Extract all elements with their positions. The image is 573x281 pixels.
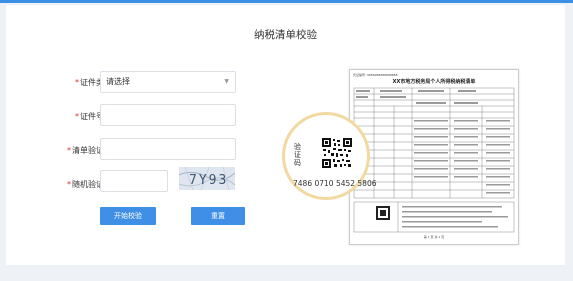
doc-table-graphic [353, 87, 515, 233]
captcha-image[interactable]: 7Y93 [179, 167, 235, 190]
reset-button[interactable]: 重置 [191, 207, 245, 225]
page-title: 纳税清单校验 [254, 29, 317, 41]
chevron-down-icon: ▼ [224, 78, 229, 85]
required-mark: * [75, 78, 79, 87]
verify-code-text: 7486 0710 5452 5806 [293, 179, 377, 188]
captcha-input[interactable] [100, 170, 168, 192]
top-accent-bar [0, 0, 573, 3]
doc-page-label: 第 1 页 共 1 页 [423, 235, 445, 239]
captcha-text: 7Y93 [189, 173, 228, 188]
required-mark: * [67, 146, 71, 155]
start-verify-button[interactable]: 开始校验 [100, 207, 156, 225]
required-mark: * [67, 180, 71, 189]
captcha-noise: 7Y93 [179, 167, 235, 190]
verify-code-label: 验证码 [294, 143, 301, 167]
sample-tax-list-image: 凭证编号: 9886988888888888 XX市地方税务局个人所得税纳税清单 [349, 69, 519, 245]
qr-code-icon [322, 138, 352, 168]
list-code-input[interactable] [100, 138, 236, 160]
id-number-input[interactable] [100, 104, 236, 126]
required-mark: * [75, 112, 79, 121]
id-type-select[interactable]: 请选择 ▼ [100, 71, 236, 93]
